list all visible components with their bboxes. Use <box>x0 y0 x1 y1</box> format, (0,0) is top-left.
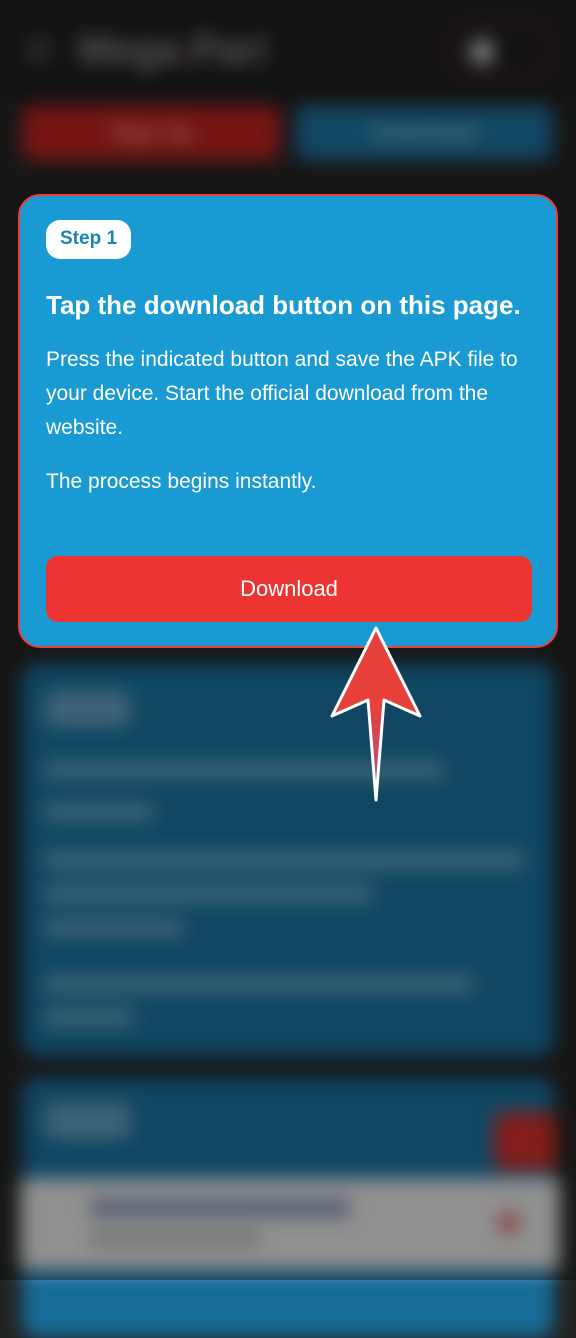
step-title: Tap the download button on this page. <box>46 290 521 320</box>
step-note: The process begins instantly. <box>46 470 317 493</box>
download-button[interactable]: Download <box>46 556 532 622</box>
step-description: Press the indicated button and save the … <box>46 348 518 439</box>
up-arrow-icon <box>330 626 422 802</box>
step-card-1: Step 1 Tap the download button on this p… <box>18 194 558 648</box>
step-badge: Step 1 <box>46 220 132 259</box>
